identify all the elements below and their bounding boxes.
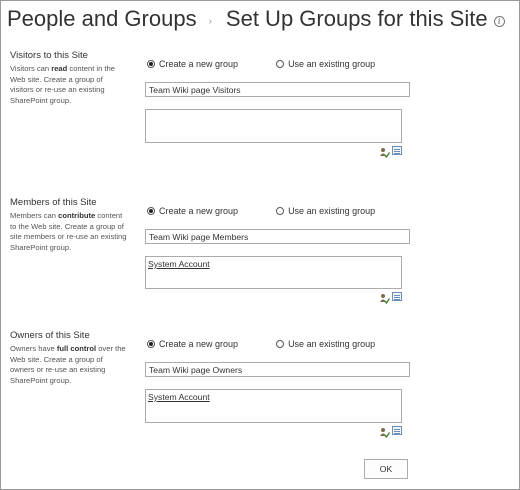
check-names-icon[interactable] bbox=[379, 291, 391, 305]
group-choice: Create a new group Use an existing group bbox=[147, 59, 375, 69]
use-existing-group-radio[interactable] bbox=[276, 60, 285, 68]
section-title: Members of this Site bbox=[10, 197, 97, 208]
create-new-group-radio[interactable] bbox=[147, 207, 155, 215]
people-picker-entity[interactable]: System Account bbox=[148, 259, 210, 269]
breadcrumb-parent[interactable]: People and Groups bbox=[7, 6, 197, 32]
owners-group-name-input[interactable]: Team Wiki page Owners bbox=[145, 362, 410, 377]
address-book-icon[interactable] bbox=[392, 146, 402, 155]
people-picker-entity[interactable]: System Account bbox=[148, 392, 210, 402]
use-existing-group-label[interactable]: Use an existing group bbox=[288, 206, 375, 216]
create-new-group-radio[interactable] bbox=[147, 60, 155, 68]
address-book-icon[interactable] bbox=[392, 426, 402, 435]
ok-button[interactable]: OK bbox=[364, 459, 408, 479]
section-title: Visitors to this Site bbox=[10, 50, 88, 61]
create-new-group-radio[interactable] bbox=[147, 340, 155, 348]
section-description: Owners have full control over the Web si… bbox=[10, 344, 126, 385]
create-new-group-label[interactable]: Create a new group bbox=[159, 59, 238, 69]
section-title: Owners of this Site bbox=[10, 330, 90, 341]
visitors-people-picker[interactable] bbox=[145, 109, 402, 143]
section-description: Visitors can read content in the Web sit… bbox=[10, 64, 115, 105]
address-book-icon[interactable] bbox=[392, 292, 402, 301]
group-choice: Create a new group Use an existing group bbox=[147, 206, 375, 216]
breadcrumb-separator-icon: › bbox=[208, 15, 212, 27]
visitors-group-name-input[interactable]: Team Wiki page Visitors bbox=[145, 82, 410, 97]
check-names-icon[interactable] bbox=[379, 425, 391, 439]
page-title: People and Groups › Set Up Groups for th… bbox=[7, 4, 505, 34]
picker-icons bbox=[379, 425, 402, 439]
use-existing-group-radio[interactable] bbox=[276, 340, 285, 348]
info-icon[interactable]: i bbox=[493, 15, 505, 27]
breadcrumb-current: Set Up Groups for this Site bbox=[225, 6, 488, 31]
use-existing-group-label[interactable]: Use an existing group bbox=[288, 339, 375, 349]
create-new-group-label[interactable]: Create a new group bbox=[159, 339, 238, 349]
use-existing-group-radio[interactable] bbox=[276, 207, 285, 215]
owners-people-picker[interactable]: System Account bbox=[145, 389, 402, 423]
members-group-name-input[interactable]: Team Wiki page Members bbox=[145, 229, 410, 244]
members-people-picker[interactable]: System Account bbox=[145, 256, 402, 289]
group-choice: Create a new group Use an existing group bbox=[147, 339, 375, 349]
use-existing-group-label[interactable]: Use an existing group bbox=[288, 59, 375, 69]
create-new-group-label[interactable]: Create a new group bbox=[159, 206, 238, 216]
section-description: Members can contribute content to the We… bbox=[10, 211, 127, 252]
picker-icons bbox=[379, 145, 402, 159]
check-names-icon[interactable] bbox=[379, 145, 391, 159]
picker-icons bbox=[379, 291, 402, 305]
